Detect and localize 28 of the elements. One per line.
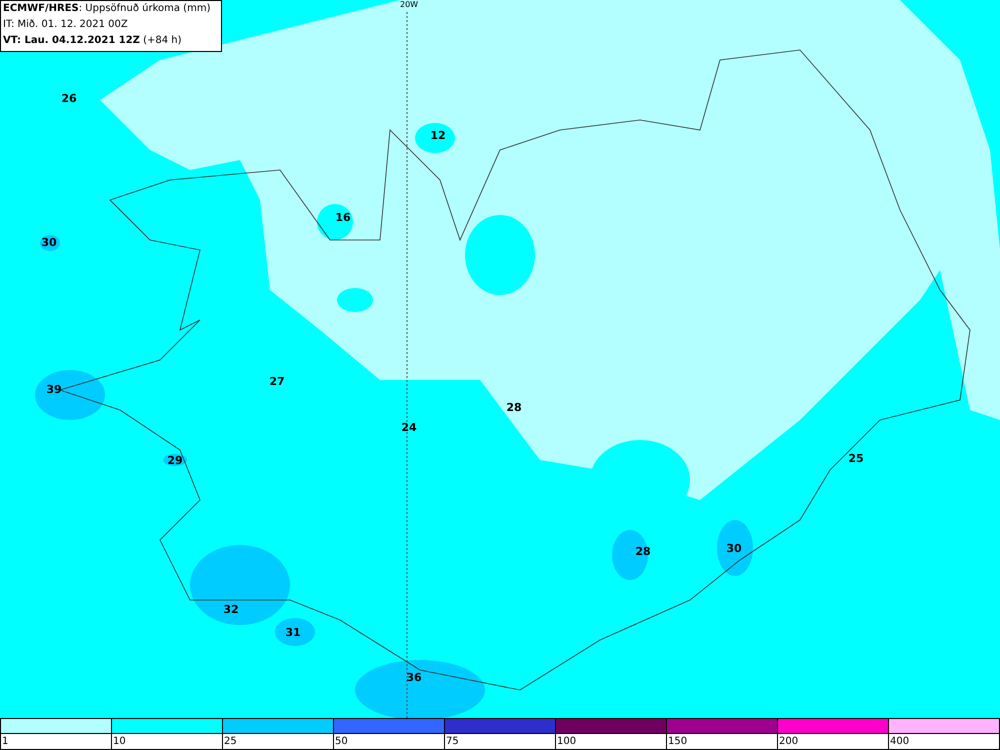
precipitation-value: 30 (726, 543, 742, 555)
precipitation-value: 28 (506, 402, 522, 414)
precipitation-value: 30 (41, 237, 57, 249)
meridian-label: 20W (400, 0, 418, 10)
header-text: VT: Lau. 04.12.2021 12Z (+84 h) (3, 34, 183, 48)
precipitation-value: 36 (406, 672, 422, 684)
precipitation-value: 16 (335, 212, 351, 224)
precipitation-value: 25 (848, 453, 864, 465)
header-text: ECMWF/HRES: Uppsöfnuð úrkoma (mm) (3, 2, 212, 16)
legend-tick: 25 (223, 735, 238, 749)
legend-tick: 400 (889, 735, 910, 749)
precipitation-value: 28 (635, 546, 651, 558)
legend-tick: 100 (556, 735, 578, 749)
precipitation-value: 32 (223, 604, 239, 616)
precipitation-value: 12 (430, 130, 446, 142)
legend-tick: 150 (667, 735, 688, 749)
legend-tick: 10 (112, 735, 127, 749)
precipitation-value: 31 (285, 627, 301, 639)
legend-tick: 75 (445, 735, 460, 749)
precipitation-value: 29 (167, 455, 183, 467)
legend-tick: 1 (1, 735, 10, 749)
precipitation-value: 26 (61, 93, 77, 105)
precipitation-value: 39 (46, 384, 62, 396)
precipitation-value: 27 (269, 376, 285, 388)
legend-tick: 200 (778, 735, 800, 749)
precipitation-value: 24 (401, 422, 417, 434)
header-text: IT: Mið. 01. 12. 2021 00Z (3, 18, 129, 32)
legend-tick: 50 (334, 735, 349, 749)
